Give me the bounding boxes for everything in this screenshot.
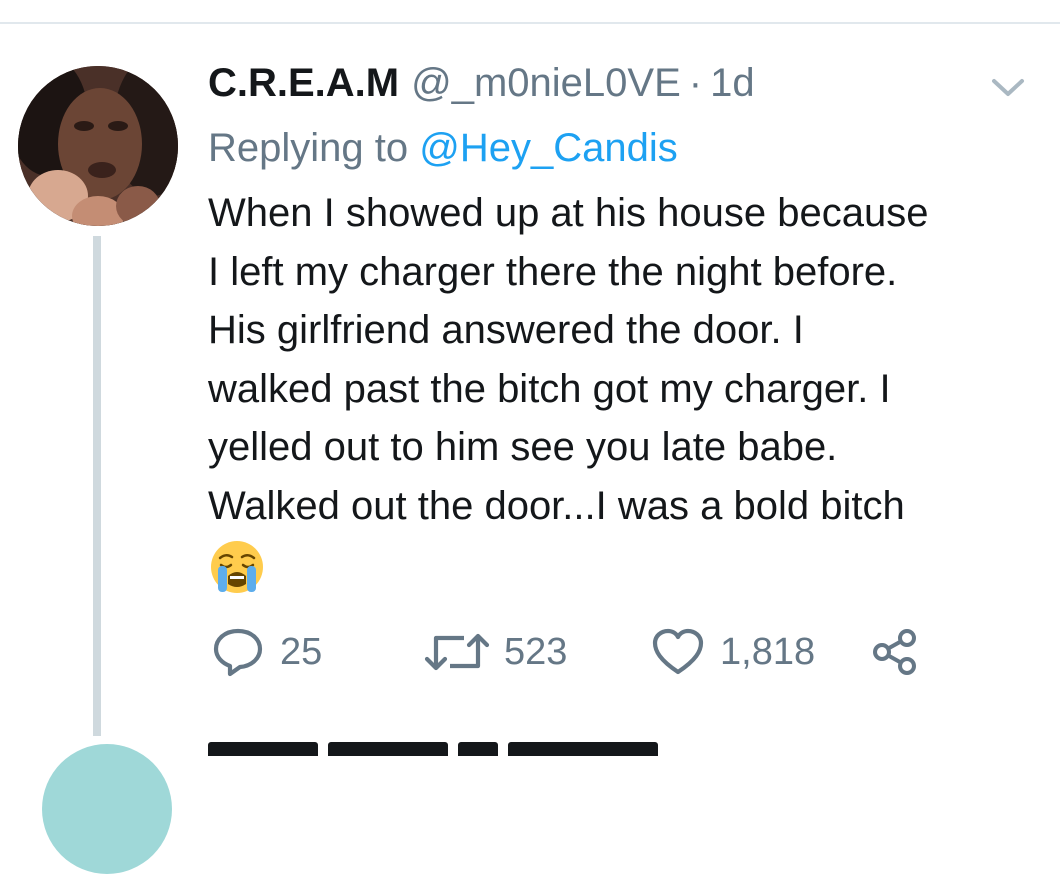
retweet-button[interactable]: 523 [424,620,567,684]
like-count: 1,818 [720,631,816,673]
top-divider [0,22,1060,24]
tweet-text-line: walked past the bitch got my charger. I [208,366,891,411]
avatar[interactable] [18,66,178,226]
tweet-text: When I showed up at his house because I … [208,184,1038,535]
tweet-text-line: I left my charger there the night before… [208,249,898,294]
heart-icon [650,626,706,678]
avatar-photo [18,66,178,226]
user-handle[interactable]: @_m0nieL0VE [411,61,681,105]
chevron-down-icon[interactable] [986,72,1030,102]
separator-dot: · [688,61,703,105]
tweet-text-line: His girlfriend answered the door. I [208,308,804,352]
share-button[interactable] [870,620,920,684]
reply-icon [210,626,266,678]
replying-to: Replying to @Hey_Candis [208,124,678,172]
retweet-count: 523 [504,631,568,673]
tweet-text-line: Walked out the door...I was a bold bitch [208,483,905,528]
share-icon [870,626,920,678]
thread-line [93,236,101,736]
tweet-header: C.R.E.A.M @_m0nieL0VE · 1d [208,58,755,108]
timestamp[interactable]: 1d [710,61,755,105]
tweet-text-line: yelled out to him see you late babe. [208,425,838,469]
loudly-crying-face-icon [208,538,266,596]
reply-count: 25 [280,631,323,673]
display-name[interactable]: C.R.E.A.M [208,61,399,105]
tweet-text-line: When I showed up at his house because [208,191,929,235]
next-avatar[interactable] [42,744,172,874]
replying-prefix: Replying to [208,126,409,170]
like-button[interactable]: 1,818 [650,620,815,684]
reply-button[interactable]: 25 [210,620,322,684]
next-tweet-header-peek [208,742,708,756]
replying-mention-link[interactable]: @Hey_Candis [419,126,678,170]
retweet-icon [424,628,490,676]
